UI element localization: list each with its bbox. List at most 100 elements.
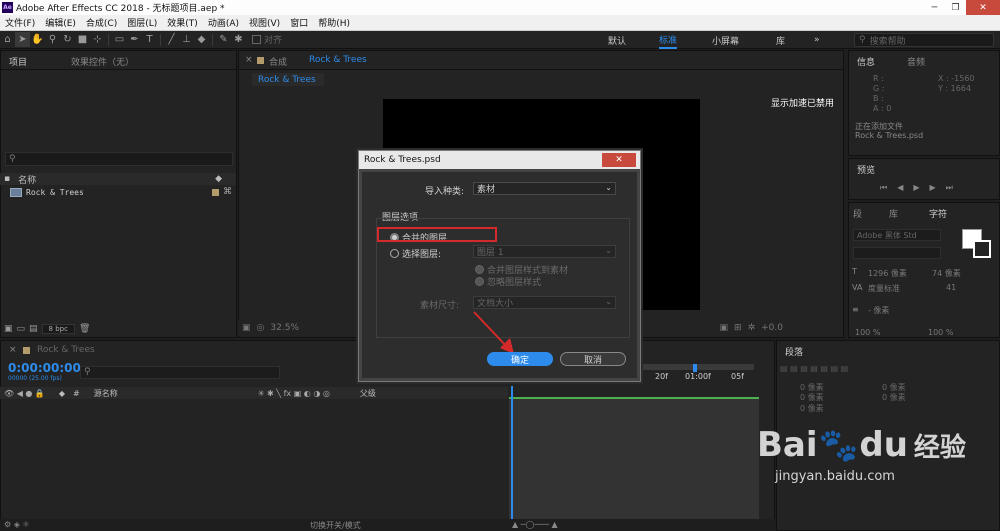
tab-project[interactable]: 项目 — [9, 55, 27, 68]
ok-button[interactable]: 确定 — [487, 352, 553, 366]
exposure-value[interactable]: +0.0 — [761, 323, 783, 333]
last-frame-icon[interactable]: ⏭ — [946, 183, 953, 193]
dialog-close-button[interactable]: ✕ — [602, 153, 636, 167]
menu-view[interactable]: 视图(V) — [244, 16, 285, 29]
menu-layer[interactable]: 图层(L) — [122, 16, 162, 29]
new-folder-icon[interactable]: ▭ — [17, 324, 26, 334]
tracking-value[interactable]: 41 — [946, 283, 956, 292]
interpret-footage-icon[interactable]: ▣ — [4, 324, 13, 334]
workspace-default[interactable]: 默认 — [608, 31, 626, 49]
brush-tool-icon[interactable]: ╱ — [164, 32, 179, 47]
snap-checkbox[interactable] — [252, 35, 261, 44]
stroke-width-value[interactable]: - 像素 — [868, 305, 889, 316]
snap-toggle[interactable]: 对齐 — [252, 33, 282, 46]
hand-tool-icon[interactable]: ✋ — [30, 32, 45, 47]
minimize-button[interactable]: ─ — [924, 0, 945, 15]
comp-breadcrumb[interactable]: Rock & Trees — [252, 73, 324, 86]
horizontal-scale-value[interactable]: 100 % — [928, 328, 953, 337]
zoom-slider[interactable]: ▲ ─◯─── ▲ — [512, 520, 558, 529]
tab-effect-controls[interactable]: 效果控件（无） — [71, 55, 134, 68]
space-before-value[interactable]: 0 像素 — [800, 403, 824, 414]
font-style-select[interactable] — [853, 247, 941, 259]
always-preview-icon[interactable]: ▣ — [242, 323, 251, 333]
menu-composition[interactable]: 合成(C) — [81, 16, 122, 29]
bit-depth-button[interactable]: 8 bpc — [41, 324, 75, 334]
column-parent[interactable]: 父级 — [360, 388, 376, 399]
camera-tool-icon[interactable]: ■ — [75, 32, 90, 47]
zoom-select[interactable]: 32.5% — [270, 323, 299, 333]
tab-timeline[interactable]: Rock & Trees — [37, 345, 95, 355]
tab-composition[interactable]: Rock & Trees — [309, 55, 367, 65]
font-family-select[interactable]: Adobe 黑体 Std — [853, 229, 941, 241]
workspace-standard[interactable]: 标准 — [659, 31, 678, 49]
toggle-switches-modes[interactable]: 切换开关/模式 — [310, 520, 361, 531]
indent-first-value[interactable]: 0 像素 — [800, 392, 824, 403]
menu-window[interactable]: 窗口 — [285, 16, 313, 29]
pan-behind-tool-icon[interactable]: ⊹ — [90, 32, 105, 47]
project-search-input[interactable]: ⚲ — [5, 152, 233, 166]
import-kind-select[interactable]: 素材 ⌄ — [473, 182, 616, 195]
cancel-button[interactable]: 取消 — [560, 352, 626, 366]
current-timecode[interactable]: 0:00:00:00 — [8, 361, 81, 375]
close-tab-icon[interactable]: × — [245, 55, 253, 65]
current-time-indicator[interactable] — [511, 386, 513, 519]
flowchart-icon[interactable]: ⊞ — [734, 323, 742, 333]
tab-library[interactable]: 库 — [889, 207, 898, 220]
help-search-input[interactable]: ⚲ 搜索帮助 — [854, 33, 994, 47]
stroke-color-swatch[interactable] — [973, 240, 991, 258]
close-tab-icon[interactable]: × — [9, 345, 17, 355]
tab-info[interactable]: 信息 — [857, 55, 875, 68]
footer-icons[interactable]: ⚙ ◈ ⚛ — [4, 520, 30, 529]
workspace-small-screen[interactable]: 小屏幕 — [712, 31, 739, 49]
leading-value[interactable]: 74 像素 — [932, 268, 961, 279]
project-item[interactable]: Rock & Trees — [10, 188, 84, 197]
next-frame-icon[interactable]: ▶ — [930, 183, 936, 193]
clone-stamp-tool-icon[interactable]: ⊥ — [179, 32, 194, 47]
tab-character[interactable]: 字符 — [929, 207, 947, 220]
camera-icon[interactable]: ◎ — [257, 323, 265, 333]
radio-button[interactable] — [390, 249, 399, 258]
menu-animation[interactable]: 动画(A) — [203, 16, 244, 29]
menu-file[interactable]: 文件(F) — [0, 16, 40, 29]
timeline-track-area[interactable] — [509, 399, 759, 519]
restore-button[interactable]: ❐ — [945, 0, 966, 15]
menu-edit[interactable]: 编辑(E) — [40, 16, 81, 29]
font-size-value[interactable]: 1296 像素 — [868, 268, 907, 279]
work-area-end-handle[interactable] — [693, 364, 697, 372]
puppet-tool-icon[interactable]: ✱ — [231, 32, 246, 47]
pen-tool-icon[interactable]: ✒ — [127, 32, 142, 47]
close-button[interactable]: ✕ — [966, 0, 1000, 15]
vertical-scale-value[interactable]: 100 % — [855, 328, 880, 337]
first-frame-icon[interactable]: ⏮ — [880, 183, 887, 193]
exposure-reset-icon[interactable]: ✲ — [748, 323, 756, 333]
delete-icon[interactable]: 🗑 — [79, 324, 90, 334]
rotate-tool-icon[interactable]: ↻ — [60, 32, 75, 47]
menu-help[interactable]: 帮助(H) — [313, 16, 355, 29]
eraser-tool-icon[interactable]: ◆ — [194, 32, 209, 47]
text-tool-icon[interactable]: T — [142, 32, 157, 47]
tab-paragraph-short[interactable]: 段 — [853, 207, 862, 220]
selection-tool-icon[interactable]: ➤ — [15, 32, 30, 47]
column-name[interactable]: 名称 — [18, 173, 36, 186]
home-icon[interactable]: ⌂ — [0, 32, 15, 47]
3d-view-icon[interactable]: ▣ — [720, 323, 729, 333]
workspace-libraries[interactable]: 库 — [776, 31, 785, 49]
workspace-overflow[interactable]: » — [814, 31, 820, 49]
align-buttons-row[interactable]: ▤ ▤ ▤ ▤ ▤ ▤ ▤ — [780, 364, 848, 373]
zoom-tool-icon[interactable]: ⚲ — [45, 32, 60, 47]
tab-paragraph[interactable]: 段落 — [785, 345, 803, 358]
tab-preview[interactable]: 预览 — [857, 163, 875, 176]
rectangle-tool-icon[interactable]: ▭ — [112, 32, 127, 47]
timeline-search-input[interactable]: ⚲ — [80, 366, 280, 379]
play-icon[interactable]: ▶ — [913, 183, 919, 193]
prev-frame-icon[interactable]: ◀ — [897, 183, 903, 193]
radio-choose-layer[interactable]: 选择图层: — [390, 247, 441, 260]
space-after-value[interactable]: 0 像素 — [882, 392, 906, 403]
column-source-name[interactable]: 源名称 — [94, 388, 118, 399]
menu-effect[interactable]: 效果(T) — [162, 16, 203, 29]
title-bar: Ae Adobe After Effects CC 2018 - 无标题项目.a… — [0, 0, 1000, 15]
roto-brush-tool-icon[interactable]: ✎ — [216, 32, 231, 47]
tab-audio[interactable]: 音频 — [907, 55, 925, 68]
new-composition-icon[interactable]: ▤ — [29, 324, 38, 334]
kerning-value[interactable]: 度量标准 — [868, 283, 900, 294]
